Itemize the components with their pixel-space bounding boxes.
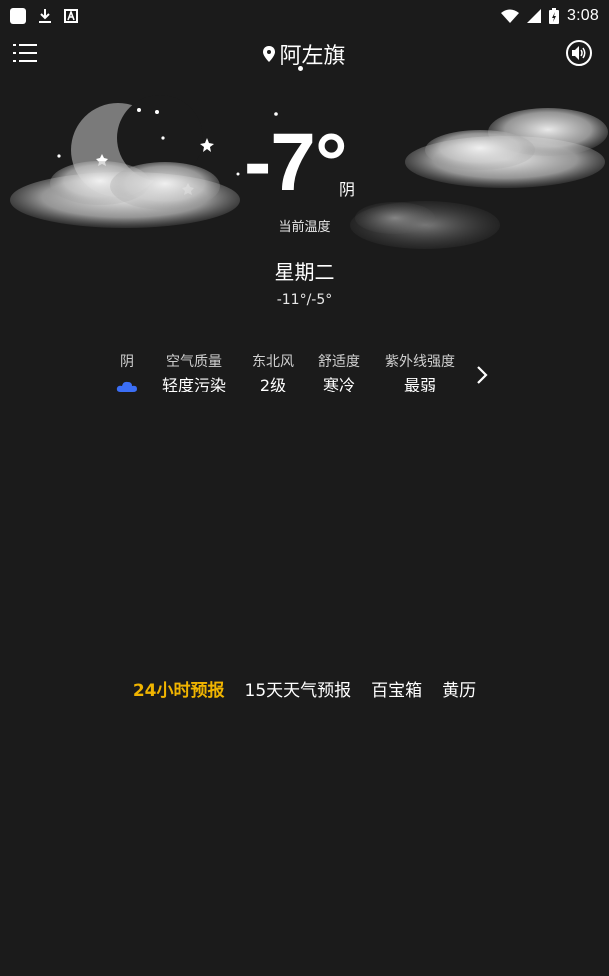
status-left xyxy=(10,8,78,24)
stat-comfort: 舒适度 寒冷 xyxy=(304,350,374,400)
cloud-right xyxy=(405,108,608,188)
status-bar: 3:08 xyxy=(0,0,609,32)
weather-stats-row[interactable]: 阴 空气质量 轻度污染 东北风 2级 舒适度 寒冷 紫外线强度 最弱 xyxy=(108,350,466,400)
current-temperature-block: -7° xyxy=(244,120,384,220)
forecast-tabs: 24小时预报 15天天气预报 百宝箱 黄历 xyxy=(0,674,609,703)
temperature-caption: 当前温度 xyxy=(278,220,331,235)
stat-label: 舒适度 xyxy=(318,354,360,370)
location-selector[interactable]: 阿左旗 xyxy=(0,38,609,70)
stat-value: 2级 xyxy=(259,376,287,392)
stat-condition: 阴 xyxy=(108,350,146,400)
top-bar: 阿左旗 xyxy=(0,32,609,78)
location-pin-icon xyxy=(263,46,276,62)
tab-almanac[interactable]: 黄历 xyxy=(441,674,477,703)
stat-value: 寒冷 xyxy=(322,376,355,392)
chevron-right-icon[interactable] xyxy=(472,364,492,386)
cloud-icon xyxy=(116,381,137,392)
status-right: 3:08 xyxy=(501,7,599,25)
stat-label: 紫外线强度 xyxy=(385,354,455,370)
clock: 3:08 xyxy=(567,7,599,24)
stat-wind: 东北风 2级 xyxy=(242,350,304,400)
page-indicator-dot xyxy=(298,66,303,71)
stat-label: 东北风 xyxy=(252,354,294,370)
speaker-icon xyxy=(572,46,586,60)
a-notification-icon xyxy=(64,9,78,23)
app-notification-icon xyxy=(10,8,26,24)
stat-uv: 紫外线强度 最弱 xyxy=(374,350,466,400)
location-name: 阿左旗 xyxy=(279,44,346,69)
voice-broadcast-button[interactable] xyxy=(566,40,592,66)
stat-value: 最弱 xyxy=(403,376,436,392)
current-temperature: -7° xyxy=(244,117,348,208)
temperature-range: -11°/-5° xyxy=(276,292,333,308)
tab-15day-forecast[interactable]: 15天天气预报 xyxy=(244,674,353,703)
signal-icon xyxy=(527,9,542,23)
download-icon xyxy=(39,9,51,23)
stat-label: 空气质量 xyxy=(166,354,222,370)
tab-toolbox[interactable]: 百宝箱 xyxy=(370,674,423,703)
stat-label: 阴 xyxy=(120,354,134,370)
stat-air-quality: 空气质量 轻度污染 xyxy=(146,350,242,400)
tab-24h-forecast[interactable]: 24小时预报 xyxy=(132,674,226,703)
weekday: 星期二 xyxy=(274,260,335,284)
stat-value: 轻度污染 xyxy=(161,376,226,392)
stat-value xyxy=(108,374,146,392)
current-condition: 阴 xyxy=(339,180,356,199)
wifi-icon xyxy=(501,9,520,23)
battery-icon xyxy=(549,8,560,24)
